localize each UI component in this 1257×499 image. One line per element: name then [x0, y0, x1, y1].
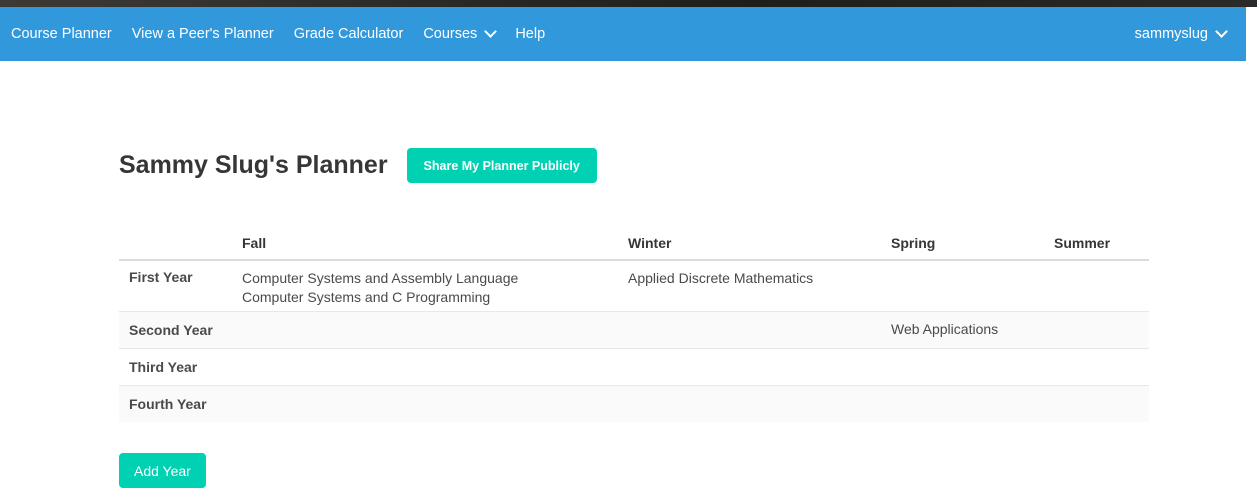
spring-cell: Web Applications	[881, 311, 1044, 349]
nav-grade-calculator-label: Grade Calculator	[293, 26, 404, 42]
table-row: Third Year	[119, 348, 1149, 386]
nav-view-peer-planner[interactable]: View a Peer's Planner	[122, 7, 284, 61]
year-label: Fourth Year	[119, 385, 232, 422]
header-fall: Fall	[232, 227, 618, 261]
course-item[interactable]: Applied Discrete Mathematics	[628, 269, 871, 288]
table-header-row: Fall Winter Spring Summer	[119, 227, 1149, 261]
share-planner-button[interactable]: Share My Planner Publicly	[406, 148, 597, 183]
navbar-edge	[1246, 7, 1257, 61]
header-summer: Summer	[1044, 227, 1149, 261]
year-label: Third Year	[119, 348, 232, 386]
nav-view-peer-planner-label: View a Peer's Planner	[131, 26, 274, 42]
table-row: Second Year Web Applications	[119, 311, 1149, 349]
chevron-down-icon	[484, 25, 498, 38]
user-menu-dropdown[interactable]: sammyslug	[1125, 7, 1246, 61]
spring-cell	[881, 260, 1044, 312]
winter-cell	[618, 385, 881, 422]
table-row: First Year Computer Systems and Assembly…	[119, 260, 1149, 312]
fall-cell	[232, 385, 618, 422]
course-item[interactable]: Computer Systems and C Programming	[242, 288, 608, 307]
title-row: Sammy Slug's Planner Share My Planner Pu…	[119, 148, 597, 183]
winter-cell	[618, 311, 881, 349]
winter-cell	[618, 348, 881, 386]
nav-course-planner[interactable]: Course Planner	[0, 7, 122, 61]
nav-help[interactable]: Help	[505, 7, 555, 61]
table-row: Fourth Year	[119, 385, 1149, 422]
summer-cell	[1044, 260, 1149, 312]
winter-cell: Applied Discrete Mathematics	[618, 260, 881, 312]
summer-cell	[1044, 311, 1149, 349]
summer-cell	[1044, 348, 1149, 386]
navbar: Course Planner View a Peer's Planner Gra…	[0, 7, 1246, 61]
add-year-button[interactable]: Add Year	[119, 453, 206, 488]
nav-courses-dropdown[interactable]: Courses	[413, 7, 505, 61]
header-year	[119, 227, 232, 261]
summer-cell	[1044, 385, 1149, 422]
fall-cell	[232, 348, 618, 386]
planner-table: Fall Winter Spring Summer First Year Com…	[119, 227, 1149, 422]
nav-course-planner-label: Course Planner	[11, 26, 112, 42]
nav-courses-label: Courses	[423, 26, 478, 42]
header-spring: Spring	[881, 227, 1044, 261]
browser-top-strip	[0, 0, 1257, 7]
fall-cell: Computer Systems and Assembly Language C…	[232, 260, 618, 312]
nav-help-label: Help	[515, 26, 546, 42]
page-title: Sammy Slug's Planner	[119, 151, 388, 179]
chevron-down-icon	[1215, 25, 1228, 38]
year-label: First Year	[119, 260, 232, 312]
course-item[interactable]: Web Applications	[891, 320, 1034, 339]
year-label: Second Year	[119, 311, 232, 349]
spring-cell	[881, 348, 1044, 386]
spring-cell	[881, 385, 1044, 422]
course-item[interactable]: Computer Systems and Assembly Language	[242, 269, 608, 288]
nav-grade-calculator[interactable]: Grade Calculator	[284, 7, 414, 61]
user-name: sammyslug	[1134, 26, 1208, 42]
header-winter: Winter	[618, 227, 881, 261]
fall-cell	[232, 311, 618, 349]
